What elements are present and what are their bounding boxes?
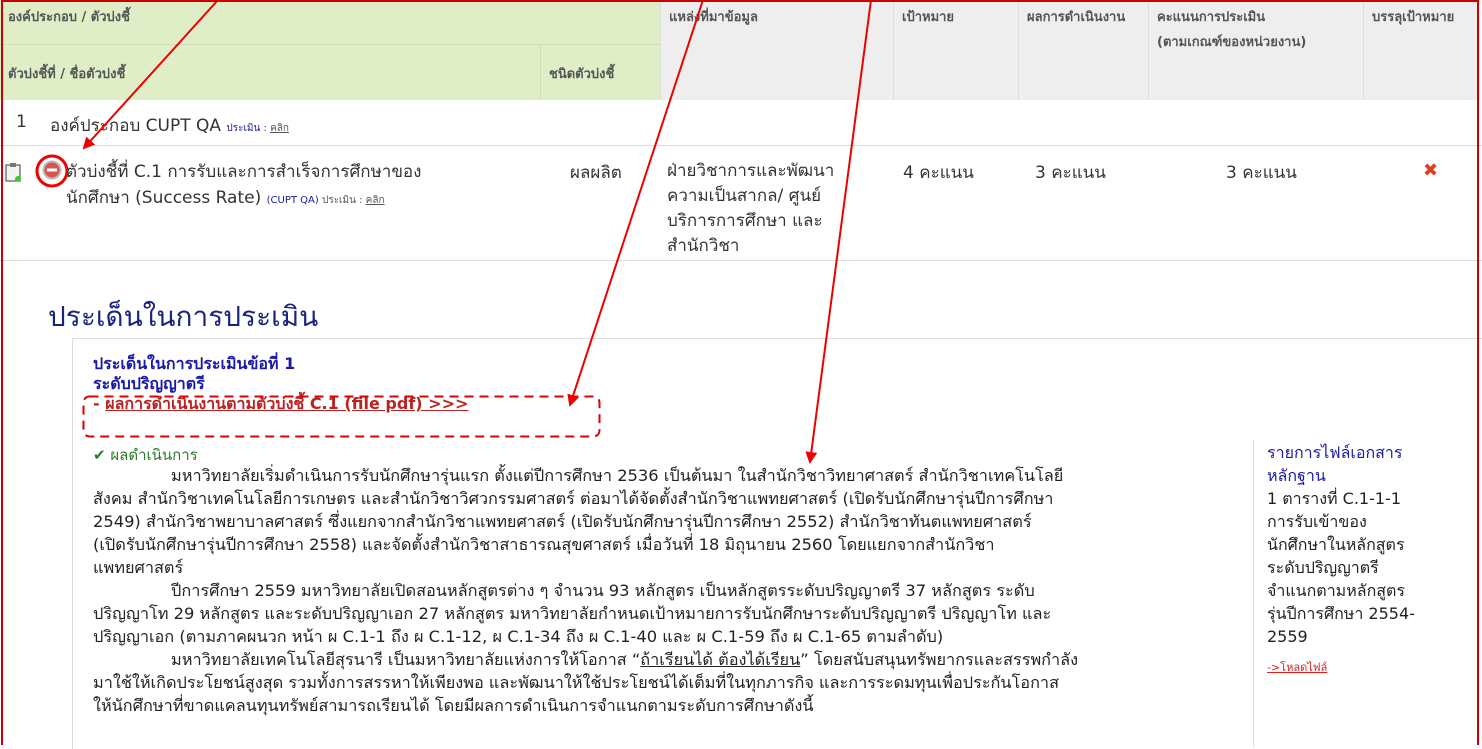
highlight-frame (1, 0, 1479, 745)
